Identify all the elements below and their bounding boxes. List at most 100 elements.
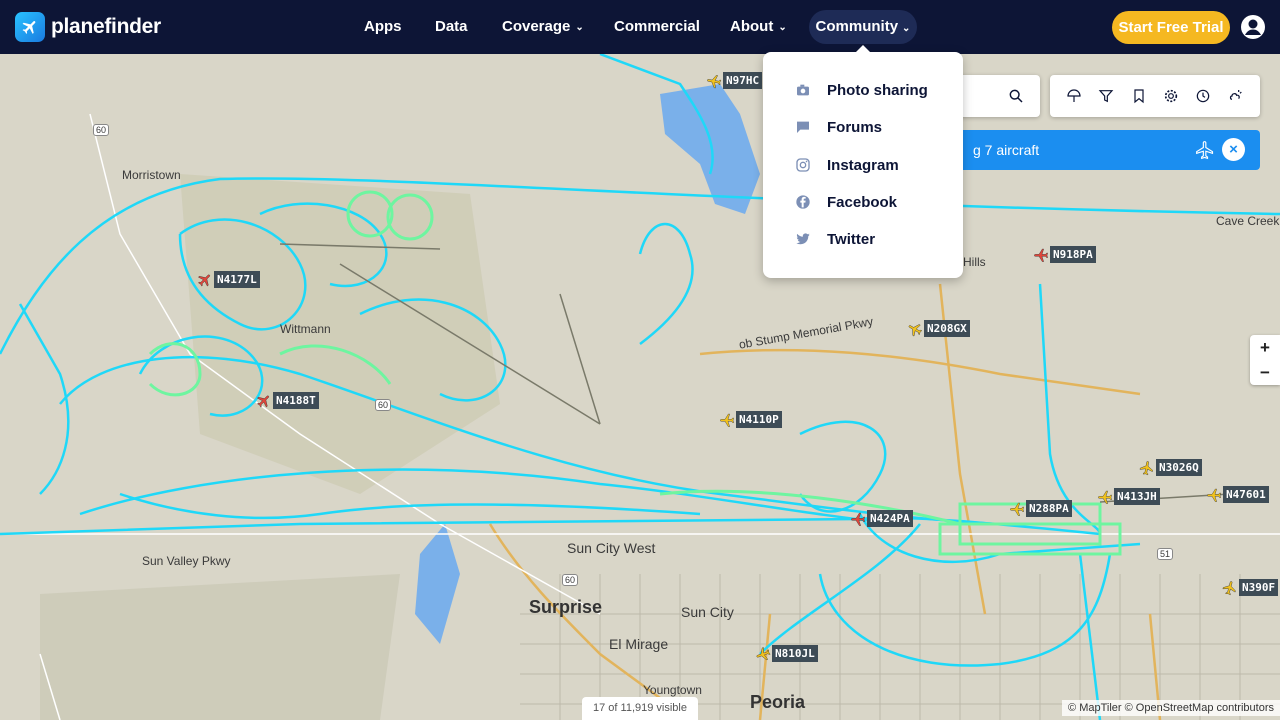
nav-apps[interactable]: Apps [364, 0, 402, 54]
menu-item-label: Facebook [827, 193, 898, 211]
nav-about[interactable]: About ⌄ [730, 0, 787, 54]
plane-icon [707, 74, 722, 88]
river-segment [415, 524, 460, 644]
map-toolbar [1050, 75, 1260, 117]
aircraft-marker[interactable]: N4177L [197, 271, 260, 288]
plane-logo-icon [15, 12, 45, 42]
map-label-sun-city: Sun City [681, 604, 734, 620]
route-60-shield: 60 [562, 574, 579, 586]
brand-logo[interactable]: planefinder [15, 12, 161, 42]
airport-icon[interactable] [1063, 85, 1085, 107]
aircraft-marker[interactable]: N413JH [1097, 488, 1160, 505]
aircraft-marker[interactable]: N3026Q [1139, 459, 1202, 476]
nav-coverage[interactable]: Coverage ⌄ [502, 0, 584, 54]
map-label-hills: Hills [963, 255, 986, 269]
aircraft-marker[interactable]: N810JL [755, 645, 818, 662]
menu-item-label: Forums [827, 118, 883, 136]
account-icon[interactable] [1240, 14, 1266, 40]
zoom-control: + − [1250, 335, 1280, 385]
map-label-peoria: Peoria [750, 692, 806, 712]
menu-item-forums[interactable]: Forums [795, 115, 882, 139]
chat-icon [795, 119, 811, 135]
chevron-down-icon: ⌄ [778, 22, 787, 33]
aircraft-marker[interactable]: N208GX [907, 320, 970, 337]
route-60-shield: 60 [375, 399, 392, 411]
map-label-sun-valley-pkwy: Sun Valley Pkwy [142, 554, 231, 568]
menu-item-instagram[interactable]: Instagram [795, 153, 899, 177]
twitter-icon [795, 231, 811, 247]
aircraft-marker[interactable]: N390F [1222, 579, 1279, 596]
map-label-surprise: Surprise [529, 597, 603, 617]
route-60-shield: 60 [93, 124, 110, 136]
aircraft-marker[interactable]: N97HC [706, 72, 763, 89]
aircraft-marker[interactable]: N4110P [719, 411, 782, 428]
plane-icon [908, 323, 923, 336]
plane-icon [1034, 248, 1048, 262]
nav-data[interactable]: Data [435, 0, 468, 54]
aircraft-callsign: N4177L [214, 271, 260, 288]
nav-community[interactable]: Community ⌄ [809, 10, 917, 44]
map-label-youngtown: Youngtown [643, 683, 702, 697]
aircraft-callsign: N413JH [1114, 488, 1160, 505]
plane-icon [198, 274, 210, 286]
menu-item-photo-sharing[interactable]: Photo sharing [795, 78, 928, 102]
filter-icon[interactable] [1095, 85, 1117, 107]
plane-icon [1010, 502, 1024, 516]
community-menu: Photo sharing Forums Instagram Facebook … [763, 45, 963, 278]
plane-icon [1222, 580, 1236, 595]
history-icon[interactable] [1192, 85, 1214, 107]
aircraft-marker[interactable]: N288PA [1009, 500, 1072, 517]
aircraft-callsign: N918PA [1050, 246, 1096, 263]
menu-item-label: Instagram [827, 156, 899, 174]
aircraft-callsign: N97HC [723, 72, 763, 89]
plane-icon [1207, 488, 1221, 502]
search-icon[interactable] [1008, 88, 1024, 104]
map-label-sun-city-west: Sun City West [567, 540, 656, 556]
close-icon[interactable]: × [1222, 138, 1245, 161]
plane-icon [1139, 460, 1153, 475]
menu-item-label: Twitter [827, 230, 876, 248]
nav-coverage-label: Coverage [502, 18, 571, 35]
aircraft-callsign: N390F [1239, 579, 1279, 596]
menu-item-twitter[interactable]: Twitter [795, 227, 875, 251]
bookmark-icon[interactable] [1128, 85, 1150, 107]
aircraft-callsign: N288PA [1026, 500, 1072, 517]
zoom-out-button[interactable]: − [1250, 360, 1280, 385]
facebook-icon [795, 194, 811, 210]
map-label-el-mirage: El Mirage [609, 636, 669, 652]
menu-item-label: Photo sharing [827, 81, 928, 99]
terrain-patch [40, 574, 400, 720]
visible-aircraft-count: 17 of 11,919 visible [582, 697, 698, 720]
aircraft-marker[interactable]: N4188T [256, 392, 319, 409]
aircraft-callsign: N810JL [772, 645, 818, 662]
brand-name: planefinder [51, 15, 161, 38]
start-free-trial-button[interactable]: Start Free Trial [1112, 11, 1230, 44]
aircraft-marker[interactable]: N918PA [1033, 246, 1096, 263]
aircraft-marker[interactable]: N47601 [1206, 486, 1269, 503]
aircraft-callsign: N424PA [867, 510, 913, 527]
banner-text: g 7 aircraft [973, 142, 1040, 158]
weather-icon[interactable] [1225, 85, 1247, 107]
aircraft-marker[interactable]: N424PA [850, 510, 913, 527]
map-attribution[interactable]: © MapTiler © OpenStreetMap contributors [1062, 700, 1280, 716]
aircraft-callsign: N208GX [924, 320, 970, 337]
plane-outline-icon [1196, 141, 1214, 160]
plane-icon [1098, 490, 1112, 504]
aircraft-callsign: N47601 [1223, 486, 1269, 503]
nav-community-label: Community [815, 18, 899, 35]
chevron-down-icon: ⌄ [575, 22, 584, 33]
aircraft-callsign: N4110P [736, 411, 782, 428]
plane-icon [720, 413, 734, 427]
map-label-wittmann: Wittmann [280, 322, 331, 336]
camera-icon [795, 82, 811, 98]
nav-about-label: About [730, 18, 774, 35]
plane-icon [756, 646, 771, 660]
nav-commercial[interactable]: Commercial [614, 0, 700, 54]
map-label-cave-creek: Cave Creek [1216, 214, 1280, 228]
top-nav: planefinder Apps Data Coverage ⌄ Commerci… [0, 0, 1280, 54]
map-label-morristown: Morristown [122, 168, 181, 182]
gear-icon[interactable] [1160, 85, 1182, 107]
zoom-in-button[interactable]: + [1250, 335, 1280, 360]
menu-item-facebook[interactable]: Facebook [795, 190, 897, 214]
terrain-patch [180, 174, 500, 494]
